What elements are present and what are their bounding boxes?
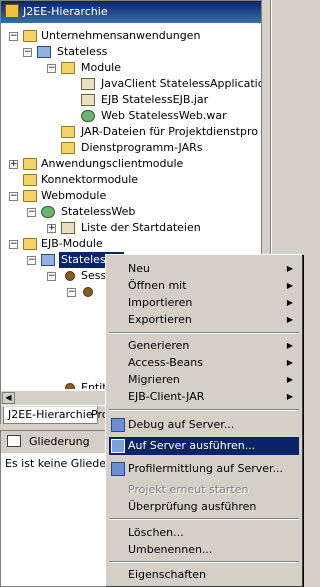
tree-item-javaclient[interactable]: JavaClient StatelessApplicatio (1, 76, 261, 92)
folder-icon (23, 174, 37, 186)
tree-item-label: Webmodule (41, 189, 107, 202)
tree-item-stateless[interactable]: − Stateless (1, 44, 261, 60)
folder-icon (23, 30, 37, 42)
folder-icon (23, 238, 37, 250)
menu-item-exportieren[interactable]: Exportieren ▶ (109, 311, 299, 329)
j2ee-hierarchy-icon (5, 4, 19, 18)
enterprise-app-icon (37, 46, 51, 58)
tree-item-konnektormodule[interactable]: Konnektormodule (1, 172, 261, 188)
scroll-left-icon[interactable]: ◀ (2, 392, 15, 404)
folder-icon (61, 126, 75, 138)
menu-separator (109, 332, 299, 334)
submenu-arrow-icon: ▶ (286, 358, 293, 367)
tree-item-anwendungsclientmodule[interactable]: + Anwendungsclientmodule (1, 156, 261, 172)
list-icon (61, 222, 75, 234)
collapse-icon[interactable]: − (9, 32, 18, 41)
folder-icon (61, 62, 75, 74)
run-server-icon (111, 439, 125, 453)
view-titlebar[interactable]: J2EE-Hierarchie (1, 1, 261, 23)
collapse-icon[interactable]: − (9, 240, 18, 249)
folder-icon (61, 142, 75, 154)
submenu-arrow-icon: ▶ (286, 341, 293, 350)
tree-item-startdateien[interactable]: + Liste der Startdateien (1, 220, 261, 236)
tree-item-label: Konnektormodule (41, 173, 139, 186)
folder-icon (23, 158, 37, 170)
tree-item-webmodule[interactable]: − Webmodule (1, 188, 261, 204)
menu-item-ejb-client-jar[interactable]: EJB-Client-JAR ▶ (109, 388, 299, 406)
collapse-icon[interactable]: − (47, 64, 56, 73)
context-menu: Neu ▶ Öffnen mit ▶ Importieren ▶ Exporti… (105, 254, 303, 587)
menu-item-access-beans[interactable]: Access-Beans ▶ (109, 354, 299, 372)
entity-bean-icon (65, 383, 75, 389)
tree-item-dienstprogramm[interactable]: Dienstprogramm-JARs (1, 140, 261, 156)
menu-item-debug-auf-server[interactable]: Debug auf Server... (109, 416, 299, 434)
tab-j2ee-hierarchie[interactable]: J2EE-Hierarchie (3, 407, 98, 424)
menu-item-generieren[interactable]: Generieren ▶ (109, 337, 299, 355)
menu-item-importieren[interactable]: Importieren ▶ (109, 294, 299, 312)
tree-item-label: Module (81, 61, 121, 74)
expand-icon[interactable]: + (9, 160, 18, 169)
menu-separator (109, 409, 299, 411)
collapse-icon[interactable]: − (27, 208, 36, 217)
collapse-icon[interactable]: − (47, 272, 56, 281)
tree-item-bean[interactable]: − (1, 284, 105, 300)
menu-separator (109, 561, 299, 563)
tree-item-label: Unternehmensanwendungen (41, 29, 201, 42)
menu-item-oeffnen-mit[interactable]: Öffnen mit ▶ (109, 277, 299, 295)
view-title: J2EE-Hierarchie (23, 5, 108, 18)
collapse-icon[interactable]: − (23, 48, 32, 57)
session-bean-icon (65, 271, 75, 281)
tree-item-label: Web StatelessWeb.war (101, 109, 227, 122)
menu-item-profilermittlung[interactable]: Profilermittlung auf Server... (109, 460, 299, 478)
ejb-project-icon (41, 254, 55, 266)
menu-item-neu[interactable]: Neu ▶ (109, 260, 299, 278)
tree-item-label: JavaClient StatelessApplicatio (101, 77, 261, 90)
collapse-icon[interactable]: − (9, 192, 18, 201)
tree-item-label: JAR-Dateien für Projektdienstpro (81, 125, 258, 138)
outline-icon (7, 435, 21, 447)
folder-icon (23, 190, 37, 202)
client-jar-icon (81, 78, 95, 90)
tree-item-ejb-jar[interactable]: EJB StatelessEJB.jar (1, 92, 261, 108)
submenu-arrow-icon: ▶ (286, 392, 293, 401)
tree-item-label: EJB StatelessEJB.jar (101, 93, 209, 106)
submenu-arrow-icon: ▶ (286, 264, 293, 273)
expand-icon[interactable]: + (47, 224, 56, 233)
menu-item-migrieren[interactable]: Migrieren ▶ (109, 371, 299, 389)
tree-item-label: Anwendungsclientmodule (41, 157, 184, 170)
tree-item-unternehmensanwendungen[interactable]: − Unternehmensanwendungen (1, 28, 261, 44)
tree-item-module[interactable]: − Module (1, 60, 261, 76)
tree-item-jar-dateien[interactable]: JAR-Dateien für Projektdienstpro (1, 124, 261, 140)
submenu-arrow-icon: ▶ (286, 298, 293, 307)
debug-server-icon (111, 418, 125, 432)
bean-icon (83, 287, 93, 297)
tree-item-web-war[interactable]: Web StatelessWeb.war (1, 108, 261, 124)
collapse-icon[interactable]: − (67, 288, 76, 297)
outline-title: Gliederung (29, 435, 90, 448)
collapse-icon[interactable]: − (27, 256, 36, 265)
tree-item-statelessweb[interactable]: − StatelessWeb (1, 204, 261, 220)
menu-item-loeschen[interactable]: Löschen... (109, 524, 299, 542)
submenu-arrow-icon: ▶ (286, 315, 293, 324)
tree-item-label: Dienstprogramm-JARs (81, 141, 203, 154)
menu-item-eigenschaften[interactable]: Eigenschaften (109, 566, 299, 584)
web-project-icon (41, 206, 55, 218)
ejb-jar-icon (81, 94, 95, 106)
submenu-arrow-icon: ▶ (286, 375, 293, 384)
tree-item-label: Stateless (57, 45, 108, 58)
tree-item-ejb-module[interactable]: − EJB-Module (1, 236, 261, 252)
web-module-icon (81, 110, 95, 122)
menu-item-projekt-neu-starten: Projekt erneut starten (128, 483, 249, 496)
menu-item-auf-server-ausfuehren[interactable]: Auf Server ausführen... (109, 437, 299, 455)
submenu-arrow-icon: ▶ (286, 281, 293, 290)
tree-item-label: EJB-Module (41, 237, 103, 250)
profile-server-icon (111, 462, 125, 476)
menu-item-umbenennen[interactable]: Umbenennen... (109, 541, 299, 559)
menu-item-ueberpruefung[interactable]: Überprüfung ausführen (109, 498, 299, 516)
tree-item-label: StatelessWeb (61, 205, 136, 218)
tree-item-label: Liste der Startdateien (81, 221, 201, 234)
menu-separator (109, 518, 299, 520)
